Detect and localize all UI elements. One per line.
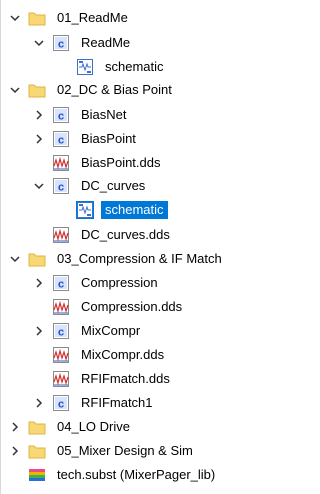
tree-label: tech.subst (MixerPager_lib) xyxy=(57,467,216,482)
dds-icon xyxy=(52,298,70,316)
dds-icon xyxy=(52,226,70,244)
svg-text:c: c xyxy=(58,327,64,339)
tree-row-readme-cell[interactable]: c ReadMe xyxy=(1,31,291,55)
tree-label: schematic xyxy=(105,59,164,74)
svg-text:c: c xyxy=(58,39,64,51)
tree-row-lodrive-folder[interactable]: 04_LO Drive xyxy=(1,415,291,439)
tree-row-biaspoint-dds[interactable]: BiasPoint.dds xyxy=(1,151,291,175)
cell-icon: c xyxy=(52,394,70,412)
tree-label: MixCompr.dds xyxy=(81,347,165,362)
tree-row-mixer-folder[interactable]: 05_Mixer Design & Sim xyxy=(1,439,291,463)
chevron-right-icon[interactable] xyxy=(32,108,46,122)
tree-row-biasnet-cell[interactable]: c BiasNet xyxy=(1,103,291,127)
schematic-icon xyxy=(76,201,94,219)
folder-icon xyxy=(28,9,46,27)
tree-label: ReadMe xyxy=(81,35,131,50)
cell-icon: c xyxy=(52,130,70,148)
tree-row-compression-dds[interactable]: Compression.dds xyxy=(1,295,291,319)
tree-row-tech-subst[interactable]: tech.subst (MixerPager_lib) xyxy=(1,463,291,487)
svg-text:c: c xyxy=(58,182,64,194)
folder-icon xyxy=(28,81,46,99)
schematic-icon xyxy=(76,58,94,76)
tree-label: BiasPoint.dds xyxy=(81,155,161,170)
tree-label: BiasNet xyxy=(81,107,127,122)
chevron-right-icon[interactable] xyxy=(32,324,46,338)
substrate-icon xyxy=(28,466,46,484)
tree-row-biaspoint-cell[interactable]: c BiasPoint xyxy=(1,127,291,151)
tree-row-mixcompr-dds[interactable]: MixCompr.dds xyxy=(1,343,291,367)
svg-text:c: c xyxy=(58,111,64,123)
tree-row-dccurves-cell[interactable]: c DC_curves xyxy=(1,174,291,198)
tree-row-readme-folder[interactable]: 01_ReadMe xyxy=(1,6,291,30)
tree-row-dccurves-schematic[interactable]: schematic xyxy=(1,198,291,222)
chevron-down-icon[interactable] xyxy=(8,252,22,266)
cell-icon: c xyxy=(52,177,70,195)
tree-label: schematic xyxy=(101,201,168,219)
chevron-right-icon[interactable] xyxy=(32,132,46,146)
tree-row-compression-cell[interactable]: c Compression xyxy=(1,271,291,295)
tree-label: 05_Mixer Design & Sim xyxy=(57,443,193,458)
svg-text:c: c xyxy=(58,279,64,291)
tree-label: Compression xyxy=(81,275,158,290)
tree-row-rfifmatch1-cell[interactable]: c RFIFmatch1 xyxy=(1,391,291,415)
tree-label: 04_LO Drive xyxy=(57,419,130,434)
chevron-right-icon[interactable] xyxy=(32,396,46,410)
tree-label: RFIFmatch1 xyxy=(81,395,153,410)
tree-label: Compression.dds xyxy=(81,299,183,314)
chevron-right-icon[interactable] xyxy=(8,444,22,458)
tree-label: 03_Compression & IF Match xyxy=(57,251,222,266)
chevron-right-icon[interactable] xyxy=(8,420,22,434)
library-tree: 01_ReadMec ReadMe schematic 02_DC & Bias Po… xyxy=(0,0,295,494)
tree-label: RFIFmatch.dds xyxy=(81,371,170,386)
tree-row-compression-folder[interactable]: 03_Compression & IF Match xyxy=(1,247,291,271)
tree-row-readme-schematic[interactable]: schematic xyxy=(1,55,291,79)
cell-icon: c xyxy=(52,274,70,292)
chevron-down-icon[interactable] xyxy=(32,179,46,193)
tree-row-mixcompr-cell[interactable]: c MixCompr xyxy=(1,319,291,343)
tree-row-dccurves-dds[interactable]: DC_curves.dds xyxy=(1,223,291,247)
tree-row-dc-folder[interactable]: 02_DC & Bias Point xyxy=(1,78,291,102)
tree-label: DC_curves.dds xyxy=(81,227,170,242)
tree-label: 01_ReadMe xyxy=(57,10,128,25)
dds-icon xyxy=(52,346,70,364)
tree-label: MixCompr xyxy=(81,323,141,338)
tree-label: BiasPoint xyxy=(81,131,136,146)
chevron-right-icon[interactable] xyxy=(32,276,46,290)
chevron-down-icon[interactable] xyxy=(32,36,46,50)
folder-icon xyxy=(28,418,46,436)
cell-icon: c xyxy=(52,34,70,52)
dds-icon xyxy=(52,154,70,172)
tree-row-rfifmatch-dds[interactable]: RFIFmatch.dds xyxy=(1,367,291,391)
cell-icon: c xyxy=(52,322,70,340)
svg-text:c: c xyxy=(58,135,64,147)
folder-icon xyxy=(28,442,46,460)
tree-label: DC_curves xyxy=(81,178,146,193)
svg-text:c: c xyxy=(58,399,64,411)
chevron-down-icon[interactable] xyxy=(8,83,22,97)
tree-label: 02_DC & Bias Point xyxy=(57,82,172,97)
folder-icon xyxy=(28,250,46,268)
chevron-down-icon[interactable] xyxy=(8,11,22,25)
dds-icon xyxy=(52,370,70,388)
cell-icon: c xyxy=(52,106,70,124)
